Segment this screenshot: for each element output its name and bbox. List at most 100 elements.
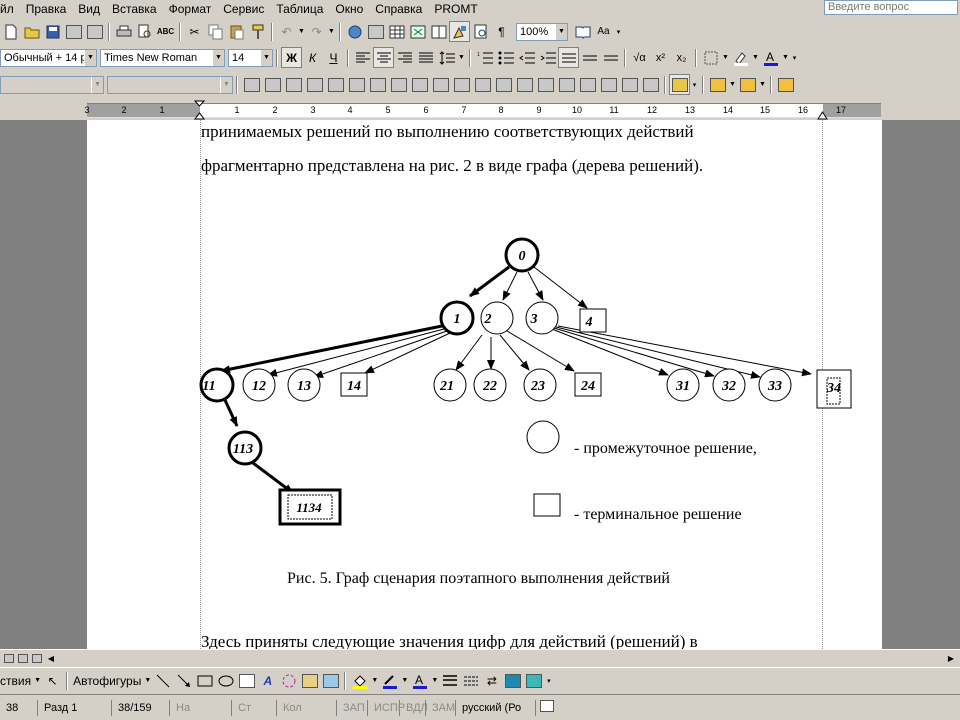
promt-dictionary-icon[interactable] — [775, 74, 796, 95]
equal-lines-icon[interactable] — [579, 47, 600, 68]
form-tool-icon[interactable] — [640, 74, 661, 95]
status-ext[interactable]: ВДЛ — [400, 699, 428, 716]
style-combo[interactable]: Обычный + 14 р ▼ — [0, 48, 97, 67]
wordart-icon[interactable]: A — [257, 670, 278, 691]
line-spacing-dropdown-icon[interactable]: ▼ — [457, 54, 466, 61]
line-icon[interactable] — [152, 670, 173, 691]
actions-menu[interactable]: ствия — [0, 674, 33, 688]
menu-help[interactable]: Справка — [369, 1, 428, 17]
draw-font-color-dropdown-icon[interactable]: ▼ — [430, 677, 439, 684]
textbox-icon[interactable] — [236, 670, 257, 691]
form-tool-icon[interactable] — [346, 74, 367, 95]
menu-table[interactable]: Таблица — [270, 1, 329, 17]
actions-dropdown-icon[interactable]: ▼ — [33, 677, 42, 684]
print-preview-icon[interactable] — [134, 21, 155, 42]
autoshapes-dropdown-icon[interactable]: ▼ — [143, 677, 152, 684]
print-icon[interactable] — [113, 21, 134, 42]
line-style-icon[interactable] — [439, 670, 460, 691]
spelling-icon[interactable]: ABC — [155, 21, 176, 42]
save-icon[interactable] — [42, 21, 63, 42]
form-tool-icon[interactable] — [304, 74, 325, 95]
document-map-icon[interactable] — [470, 21, 491, 42]
indent-marker-icon[interactable] — [194, 100, 206, 120]
drawing-icon[interactable] — [449, 21, 470, 42]
form-tool-icon[interactable] — [514, 74, 535, 95]
open-folder-icon[interactable] — [21, 21, 42, 42]
form-tool-icon[interactable] — [556, 74, 577, 95]
increase-indent-icon[interactable] — [537, 47, 558, 68]
toolbar-options-icon[interactable]: ▾ — [614, 28, 623, 36]
chevron-down-icon[interactable]: ▼ — [555, 23, 567, 40]
menu-insert[interactable]: Вставка — [106, 1, 163, 17]
tables-borders-icon[interactable] — [365, 21, 386, 42]
copy-icon[interactable] — [205, 21, 226, 42]
reading-layout-icon[interactable] — [572, 21, 593, 42]
read-icon[interactable]: Aa — [593, 21, 614, 42]
toolbar-combo-1[interactable]: ▼ — [0, 75, 104, 94]
align-center-icon[interactable] — [373, 47, 394, 68]
promt-options-dropdown-icon[interactable]: ▼ — [758, 81, 767, 88]
shading-dropdown-icon[interactable]: ▾ — [690, 81, 699, 89]
line-spacing-icon[interactable] — [436, 47, 457, 68]
scroll-left-icon[interactable]: ◀ — [44, 651, 58, 665]
dash-style-icon[interactable] — [460, 670, 481, 691]
menu-edit[interactable]: Правка — [20, 1, 73, 17]
form-tool-icon[interactable] — [262, 74, 283, 95]
align-right-icon[interactable] — [394, 47, 415, 68]
decrease-indent-icon[interactable] — [516, 47, 537, 68]
redo-dropdown-icon[interactable]: ▼ — [327, 28, 336, 35]
chevron-down-icon[interactable]: ▼ — [84, 49, 96, 66]
form-tool-icon[interactable] — [409, 74, 430, 95]
autoshapes-menu[interactable]: Автофигуры — [71, 674, 143, 688]
promt-translate-icon[interactable] — [707, 74, 728, 95]
columns-icon[interactable] — [428, 21, 449, 42]
align-left-icon[interactable] — [352, 47, 373, 68]
bold-button[interactable]: Ж — [281, 47, 302, 68]
menu-view[interactable]: Вид — [72, 1, 106, 17]
arrow-icon[interactable] — [173, 670, 194, 691]
picture-icon[interactable] — [320, 670, 341, 691]
subscript-icon[interactable]: x₂ — [671, 47, 692, 68]
justify-icon[interactable] — [415, 47, 436, 68]
horizontal-ruler[interactable]: 3 2 1 1 2 3 4 5 6 7 8 9 10 11 12 13 14 1… — [0, 100, 960, 120]
equal-lines-2-icon[interactable] — [600, 47, 621, 68]
font-combo[interactable]: Times New Roman ▼ — [100, 48, 225, 67]
border-line-icon[interactable] — [558, 47, 579, 68]
status-rec[interactable]: ЗАП — [337, 699, 368, 716]
toolbar-combo-2[interactable]: ▼ — [107, 75, 233, 94]
right-indent-marker-icon[interactable] — [817, 109, 829, 120]
oval-icon[interactable] — [215, 670, 236, 691]
menu-window[interactable]: Окно — [329, 1, 369, 17]
border-icon[interactable] — [700, 47, 721, 68]
cut-icon[interactable]: ✂ — [184, 21, 205, 42]
paste-icon[interactable] — [226, 21, 247, 42]
spelling-status-icon[interactable] — [540, 700, 554, 715]
redo-icon[interactable]: ↷ — [306, 21, 327, 42]
form-tool-icon[interactable] — [493, 74, 514, 95]
menu-file[interactable]: йл — [0, 1, 20, 17]
form-tool-icon[interactable] — [619, 74, 640, 95]
document-page[interactable]: принимаемых решений по выполнению соотве… — [87, 120, 882, 649]
form-tool-icon[interactable] — [577, 74, 598, 95]
permission-icon[interactable] — [63, 21, 84, 42]
insert-table-icon[interactable] — [386, 21, 407, 42]
clipart-icon[interactable] — [299, 670, 320, 691]
status-ovr[interactable]: ЗАМ — [426, 699, 456, 716]
line-color-dropdown-icon[interactable]: ▼ — [400, 677, 409, 684]
fill-color-dropdown-icon[interactable]: ▼ — [370, 677, 379, 684]
new-document-icon[interactable] — [0, 21, 21, 42]
form-tool-icon[interactable] — [388, 74, 409, 95]
normal-view-icon[interactable] — [2, 651, 16, 665]
undo-dropdown-icon[interactable]: ▼ — [297, 28, 306, 35]
form-tool-icon[interactable] — [430, 74, 451, 95]
highlight-icon[interactable] — [730, 47, 751, 68]
form-tool-icon[interactable] — [283, 74, 304, 95]
toolbar-options-icon[interactable]: ▾ — [544, 677, 553, 685]
document-area[interactable]: принимаемых решений по выполнению соотве… — [0, 120, 960, 649]
zoom-combo[interactable]: 100% ▼ — [516, 22, 568, 41]
fill-color-icon[interactable] — [349, 670, 370, 691]
form-tool-icon[interactable] — [325, 74, 346, 95]
promt-dropdown-icon[interactable]: ▼ — [728, 81, 737, 88]
rectangle-icon[interactable] — [194, 670, 215, 691]
shadow-style-icon[interactable] — [502, 670, 523, 691]
